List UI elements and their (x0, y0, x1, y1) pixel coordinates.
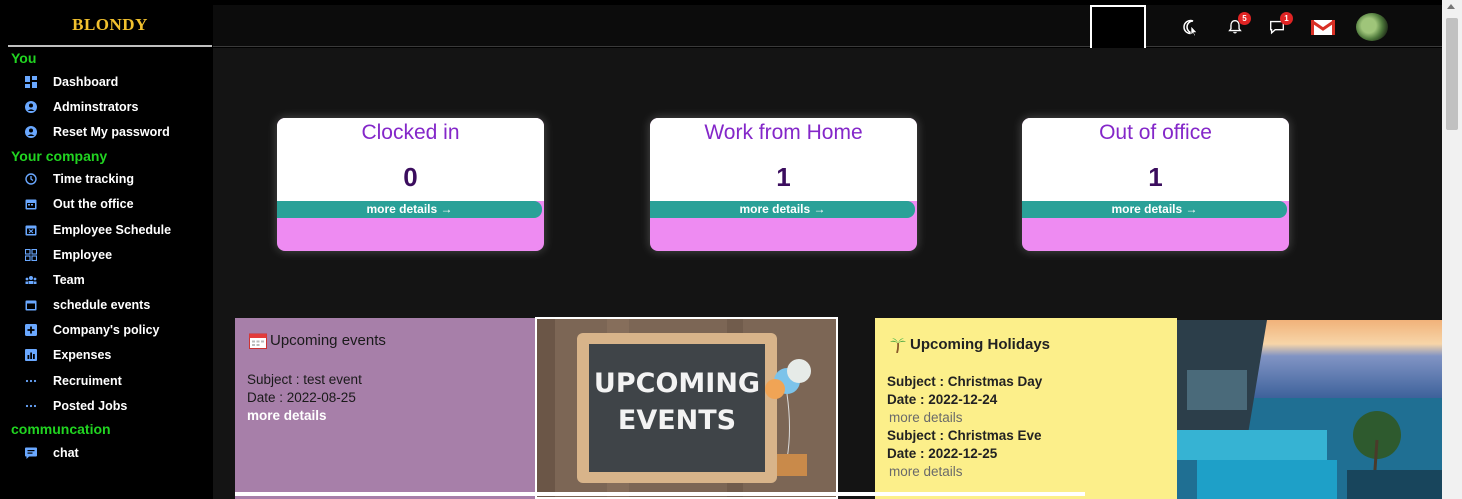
sidebar-item-label: Dashboard (53, 74, 119, 89)
ellipsis-icon (25, 400, 37, 412)
more-details-link[interactable]: more details → (650, 201, 915, 218)
sidebar-item-label: Recruiment (53, 373, 122, 388)
avatar[interactable] (1356, 13, 1388, 41)
upcoming-holidays-panel: Upcoming Holidays Subject : Christmas Da… (875, 318, 1177, 499)
sidebar-item-recruiment[interactable]: Recruiment (8, 368, 212, 393)
plus-square-icon (25, 324, 37, 337)
more-details-link[interactable]: more details → (1022, 201, 1287, 218)
grid-icon (25, 248, 37, 261)
sidebar-item-reset-password[interactable]: Reset My password (8, 119, 212, 144)
stat-value: 1 (1148, 162, 1163, 192)
user-circle-icon (25, 125, 37, 138)
sidebar-item-label: Posted Jobs (53, 398, 128, 413)
stat-title: Out of office (1099, 121, 1212, 144)
sidebar-item-label: Team (53, 272, 85, 287)
section-your-company: Your company (11, 147, 108, 164)
sidebar-item-label: schedule events (53, 298, 151, 313)
sidebar-item-label: Employee (53, 247, 113, 262)
sidebar-item-adminstrators[interactable]: Adminstrators (8, 94, 212, 119)
messages-icon[interactable]: 1 (1267, 12, 1293, 37)
scroll-thumb[interactable] (1446, 18, 1458, 130)
user-circle-icon (25, 100, 37, 113)
page-scrollbar[interactable] (1442, 0, 1462, 499)
sidebar-item-time-tracking[interactable]: Time tracking (8, 167, 212, 192)
sidebar-item-label: Time tracking (53, 172, 135, 187)
bottom-divider (235, 492, 1085, 496)
upcoming-image-text-line2: EVENTS (618, 405, 736, 436)
sidebar-item-dashboard[interactable]: Dashboard (8, 69, 212, 94)
scroll-up-icon[interactable] (1447, 4, 1455, 9)
bar-chart-icon (25, 349, 37, 362)
notifications-bell-icon[interactable]: 5 (1225, 12, 1251, 37)
holiday-more-details-link[interactable]: more details (889, 463, 1177, 481)
ellipsis-icon (25, 375, 37, 387)
calendar-icon (25, 299, 37, 311)
stat-card-out-of-office: Out of office 1 more details → (1022, 118, 1289, 251)
topbar: 5 1 (213, 5, 1442, 58)
upcoming-holidays-title: Upcoming Holidays (889, 336, 1177, 353)
calendar-icon (249, 333, 267, 349)
sidebar-item-employee[interactable]: Employee (8, 242, 212, 267)
holiday-subject: Subject : Christmas Day (887, 374, 1043, 389)
dashboard-icon (25, 75, 37, 88)
upcoming-image-text-line1: UPCOMING (594, 368, 760, 399)
upcoming-events-title: Upcoming events (249, 332, 537, 349)
sidebar-item-chat[interactable]: chat (8, 440, 212, 465)
section-you: You (11, 50, 37, 66)
upcoming-events-panel: Upcoming events Subject : test event Dat… (235, 318, 537, 499)
upcoming-events-image: UPCOMING EVENTS (535, 317, 838, 499)
team-icon (25, 274, 37, 286)
sidebar-item-company-policy[interactable]: Company's policy (8, 318, 212, 343)
theme-toggle-icon[interactable] (1180, 17, 1200, 37)
sidebar-item-label: Reset My password (53, 124, 170, 139)
sidebar: BLONDY You Dashboard Adminstrators Reset… (8, 5, 212, 499)
sidebar-item-label: Out the office (53, 197, 134, 212)
sidebar-item-posted-jobs[interactable]: Posted Jobs (8, 393, 212, 418)
holiday-date: Date : 2022-12-24 (887, 392, 998, 407)
event-date: Date : 2022-08-25 (247, 390, 356, 405)
holiday-date: Date : 2022-12-25 (887, 446, 998, 461)
palm-tree-icon (889, 337, 907, 353)
sidebar-item-label: Company's policy (53, 323, 160, 338)
sidebar-item-label: Employee Schedule (53, 222, 172, 237)
stat-value: 1 (776, 162, 791, 192)
mail-icon[interactable] (1310, 17, 1336, 37)
chat-icon (25, 447, 37, 460)
stat-card-clocked-in: Clocked in 0 more details → (277, 118, 544, 251)
more-details-link[interactable]: more details → (277, 201, 542, 218)
brand-logo[interactable]: BLONDY (8, 5, 212, 47)
history-icon (25, 173, 37, 185)
sidebar-item-label: Adminstrators (53, 99, 139, 114)
sidebar-item-employee-schedule[interactable]: Employee Schedule (8, 217, 212, 242)
sidebar-item-out-the-office[interactable]: Out the office (8, 192, 212, 217)
notifications-badge: 5 (1238, 12, 1251, 25)
holiday-more-details-link[interactable]: more details (889, 409, 1177, 427)
event-subject: Subject : test event (247, 372, 362, 387)
stat-title: Work from Home (704, 121, 863, 144)
holiday-subject: Subject : Christmas Eve (887, 428, 1042, 443)
sidebar-item-schedule-events[interactable]: schedule events (8, 293, 212, 318)
sidebar-item-team[interactable]: Team (8, 267, 212, 292)
calendar-icon (25, 198, 37, 210)
event-more-details-link[interactable]: more details (247, 407, 537, 425)
sidebar-item-expenses[interactable]: Expenses (8, 343, 212, 368)
sidebar-item-label: Expenses (53, 348, 112, 363)
section-communcation: communcation (11, 421, 111, 438)
upcoming-holidays-image (1177, 320, 1442, 499)
stat-title: Clocked in (361, 121, 460, 144)
main-content: Clocked in 0 more details → Work from Ho… (213, 48, 1442, 499)
sidebar-item-label: chat (53, 446, 79, 461)
stat-value: 0 (403, 162, 418, 192)
stat-card-work-from-home: Work from Home 1 more details → (650, 118, 917, 251)
messages-badge: 1 (1280, 12, 1293, 25)
calendar-x-icon (25, 224, 37, 236)
